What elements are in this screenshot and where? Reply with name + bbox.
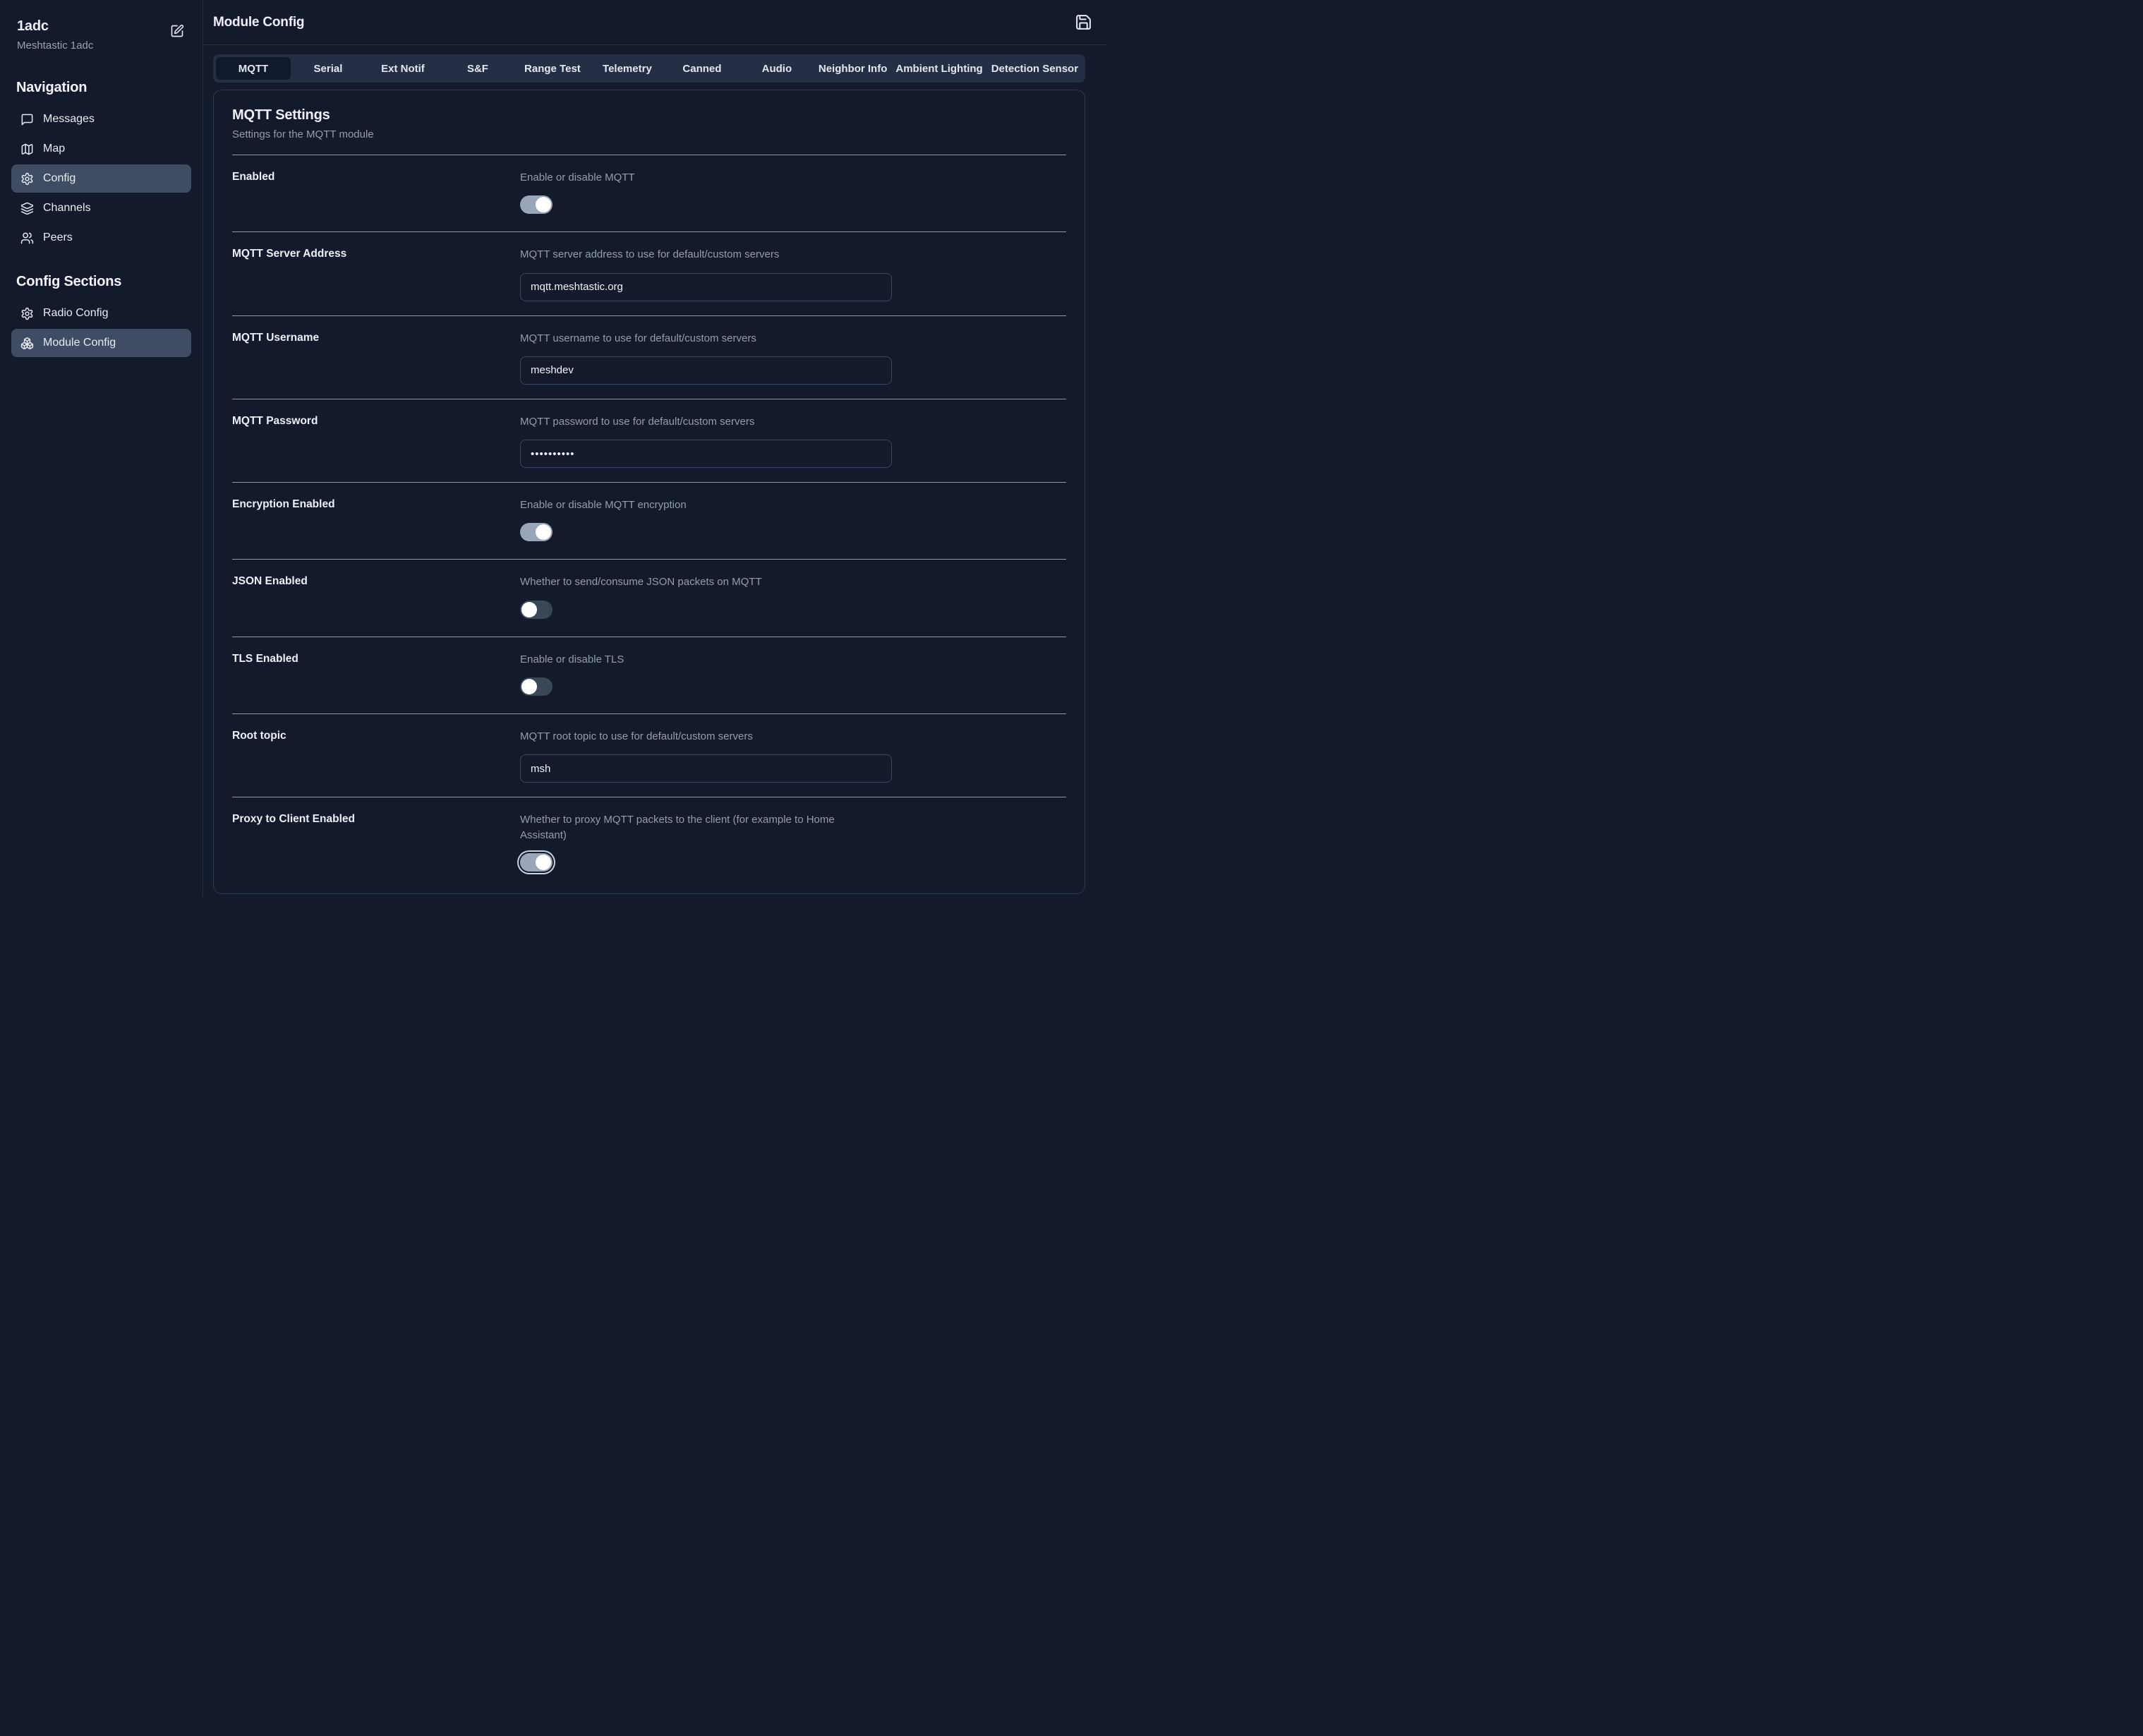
setting-label: Enabled bbox=[232, 170, 520, 217]
settings-row: MQTT Username MQTT username to use for d… bbox=[232, 316, 1066, 399]
device-header: 1adc Meshtastic 1adc bbox=[0, 0, 203, 56]
tab-range-test[interactable]: Range Test bbox=[515, 57, 590, 80]
toggle-knob bbox=[521, 679, 537, 694]
encryption-enabled-toggle[interactable] bbox=[520, 523, 553, 541]
toggle-knob bbox=[536, 197, 551, 212]
setting-description: Enable or disable MQTT bbox=[520, 170, 852, 185]
setting-description: MQTT username to use for default/custom … bbox=[520, 331, 852, 346]
setting-description: Enable or disable MQTT encryption bbox=[520, 498, 852, 512]
setting-description: Enable or disable TLS bbox=[520, 652, 852, 667]
setting-label: JSON Enabled bbox=[232, 574, 520, 622]
boxes-icon bbox=[20, 337, 34, 350]
device-name: 1adc bbox=[17, 18, 93, 35]
message-square-icon bbox=[20, 113, 34, 126]
json-enabled-toggle[interactable] bbox=[520, 601, 553, 619]
setting-description: Whether to proxy MQTT packets to the cli… bbox=[520, 812, 852, 843]
settings-row: MQTT Server Address MQTT server address … bbox=[232, 232, 1066, 315]
edit-device-button[interactable] bbox=[169, 23, 186, 40]
settings-row: Proxy to Client Enabled Whether to proxy… bbox=[232, 797, 1066, 889]
mqtt-server-address-input[interactable] bbox=[520, 273, 892, 301]
page-header: Module Config bbox=[203, 0, 1106, 45]
mqtt-password-input[interactable] bbox=[520, 440, 892, 468]
tab-ambient-lighting[interactable]: Ambient Lighting bbox=[891, 57, 986, 80]
settings-row: MQTT Password MQTT password to use for d… bbox=[232, 399, 1066, 483]
config-sections-heading: Config Sections bbox=[16, 274, 186, 290]
sidebar-item-messages[interactable]: Messages bbox=[11, 105, 191, 133]
setting-label: MQTT Username bbox=[232, 331, 520, 385]
sidebar-item-channels[interactable]: Channels bbox=[11, 194, 191, 222]
setting-description: Whether to send/consume JSON packets on … bbox=[520, 574, 852, 589]
toggle-knob bbox=[521, 602, 537, 617]
main-body: MQTT Serial Ext Notif S&F Range Test Tel… bbox=[203, 45, 1106, 896]
sidebar-item-label: Config bbox=[43, 172, 76, 185]
mqtt-username-input[interactable] bbox=[520, 356, 892, 385]
gear-icon bbox=[20, 307, 34, 320]
setting-description: MQTT root topic to use for default/custo… bbox=[520, 729, 852, 744]
settings-row: JSON Enabled Whether to send/consume JSO… bbox=[232, 560, 1066, 637]
settings-row: Enabled Enable or disable MQTT bbox=[232, 155, 1066, 232]
nav-heading: Navigation bbox=[16, 80, 186, 96]
sidebar-item-radio-config[interactable]: Radio Config bbox=[11, 299, 191, 327]
setting-label: Encryption Enabled bbox=[232, 498, 520, 545]
module-tabbar: MQTT Serial Ext Notif S&F Range Test Tel… bbox=[213, 54, 1085, 83]
enabled-toggle[interactable] bbox=[520, 195, 553, 214]
panel-head: MQTT Settings Settings for the MQTT modu… bbox=[232, 90, 1066, 155]
sidebar-item-config[interactable]: Config bbox=[11, 164, 191, 193]
device-subtitle: Meshtastic 1adc bbox=[17, 40, 93, 52]
sidebar-item-label: Peers bbox=[43, 231, 73, 244]
sidebar-item-label: Module Config bbox=[43, 337, 116, 349]
setting-label: Proxy to Client Enabled bbox=[232, 812, 520, 875]
page-title: Module Config bbox=[213, 15, 304, 30]
main-area: Module Config MQTT Serial Ext Notif S&F … bbox=[203, 0, 1106, 896]
setting-label: Root topic bbox=[232, 729, 520, 783]
setting-description: MQTT password to use for default/custom … bbox=[520, 414, 852, 429]
setting-label: TLS Enabled bbox=[232, 652, 520, 699]
sidebar-item-label: Map bbox=[43, 143, 65, 155]
toggle-knob bbox=[536, 524, 551, 540]
setting-label: MQTT Password bbox=[232, 414, 520, 468]
panel-title: MQTT Settings bbox=[232, 107, 1066, 123]
root-topic-input[interactable] bbox=[520, 754, 892, 783]
mqtt-settings-panel: MQTT Settings Settings for the MQTT modu… bbox=[213, 90, 1085, 894]
sidebar-item-peers[interactable]: Peers bbox=[11, 224, 191, 252]
tab-ext-notif[interactable]: Ext Notif bbox=[366, 57, 440, 80]
sidebar-item-module-config[interactable]: Module Config bbox=[11, 329, 191, 357]
proxy-to-client-toggle[interactable] bbox=[520, 853, 553, 872]
tab-telemetry[interactable]: Telemetry bbox=[590, 57, 665, 80]
tab-neighbor-info[interactable]: Neighbor Info bbox=[814, 57, 892, 80]
settings-row: Encryption Enabled Enable or disable MQT… bbox=[232, 483, 1066, 560]
sidebar: 1adc Meshtastic 1adc Navigation Messages bbox=[0, 0, 203, 896]
tab-canned[interactable]: Canned bbox=[665, 57, 740, 80]
save-icon bbox=[1075, 13, 1092, 31]
tab-serial[interactable]: Serial bbox=[291, 57, 366, 80]
setting-description: MQTT server address to use for default/c… bbox=[520, 247, 852, 262]
map-icon bbox=[20, 143, 34, 156]
sidebar-item-map[interactable]: Map bbox=[11, 135, 191, 163]
tab-mqtt[interactable]: MQTT bbox=[216, 57, 291, 80]
edit-icon bbox=[170, 24, 184, 38]
setting-label: MQTT Server Address bbox=[232, 247, 520, 301]
sidebar-item-label: Channels bbox=[43, 202, 91, 215]
toggle-knob bbox=[536, 855, 551, 870]
sidebar-item-label: Radio Config bbox=[43, 307, 109, 320]
save-button[interactable] bbox=[1073, 12, 1094, 32]
settings-row: Root topic MQTT root topic to use for de… bbox=[232, 714, 1066, 797]
tab-detection-sensor[interactable]: Detection Sensor bbox=[987, 57, 1082, 80]
tls-enabled-toggle[interactable] bbox=[520, 677, 553, 696]
users-icon bbox=[20, 231, 34, 245]
sidebar-item-label: Messages bbox=[43, 113, 95, 126]
layers-icon bbox=[20, 202, 34, 215]
panel-subtitle: Settings for the MQTT module bbox=[232, 128, 1066, 140]
settings-row: TLS Enabled Enable or disable TLS bbox=[232, 637, 1066, 714]
gear-icon bbox=[20, 172, 34, 186]
tab-audio[interactable]: Audio bbox=[740, 57, 814, 80]
tab-sf[interactable]: S&F bbox=[440, 57, 515, 80]
